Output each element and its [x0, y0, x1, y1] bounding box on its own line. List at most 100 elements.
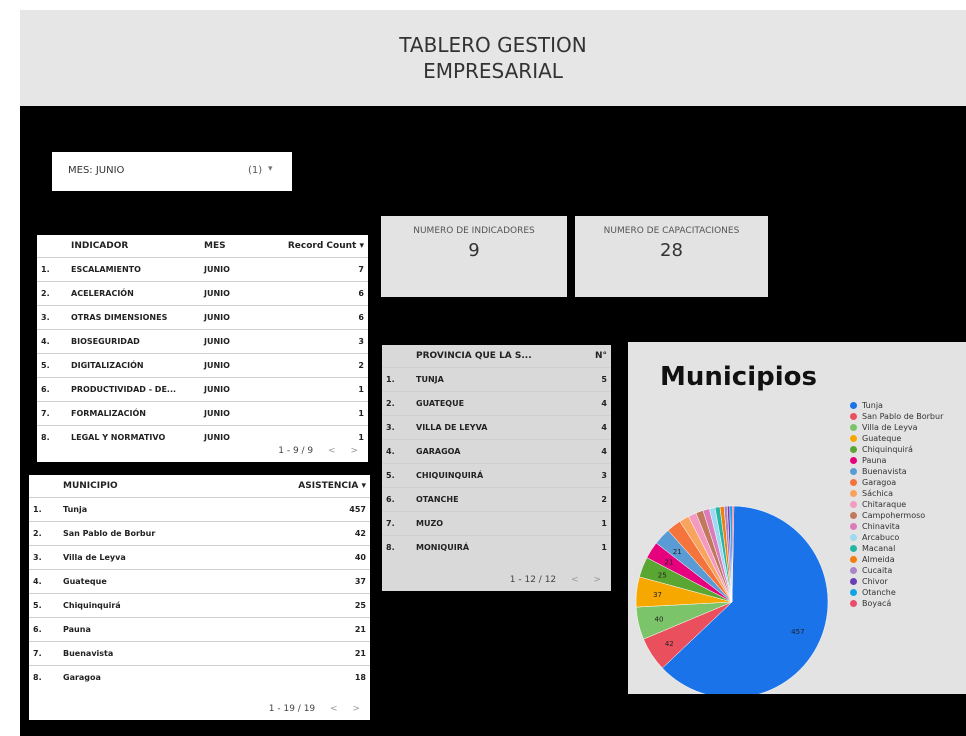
- table-row[interactable]: 1. ESCALAMIENTO JUNIO 7: [37, 257, 368, 282]
- row-index: 1.: [37, 257, 67, 282]
- prev-page-icon[interactable]: <: [328, 446, 336, 456]
- next-page-icon[interactable]: >: [350, 446, 358, 456]
- legend-label: Buenavista: [862, 467, 907, 476]
- table-cell: JUNIO: [200, 281, 264, 306]
- table-row[interactable]: 7. FORMALIZACIÓN JUNIO 1: [37, 401, 368, 426]
- legend-swatch: [850, 523, 857, 530]
- indicator-table-pager: 1 - 9 / 9 < >: [278, 446, 358, 456]
- table-cell: JUNIO: [200, 377, 264, 402]
- table-row[interactable]: 6. PRODUCTIVIDAD - DE... JUNIO 1: [37, 377, 368, 402]
- table-cell: Chiquinquirá: [59, 593, 237, 618]
- table-row[interactable]: 4. GARAGOA 4: [382, 439, 611, 464]
- table-cell: 1: [264, 377, 368, 402]
- legend-item[interactable]: San Pablo de Borbur: [850, 411, 943, 422]
- column-header-record-count[interactable]: Record Count ▾: [264, 235, 368, 258]
- legend-item[interactable]: Arcabuco: [850, 532, 943, 543]
- legend-swatch: [850, 600, 857, 607]
- legend-item[interactable]: Sáchica: [850, 488, 943, 499]
- legend-item[interactable]: Campohermoso: [850, 510, 943, 521]
- table-cell: 42: [236, 521, 370, 546]
- legend-swatch: [850, 545, 857, 552]
- chart-legend: Tunja San Pablo de Borbur Villa de Leyva Gu…: [850, 400, 943, 609]
- table-row[interactable]: 7. MUZO 1: [382, 511, 611, 536]
- table-row[interactable]: 5. DIGITALIZACIÓN JUNIO 2: [37, 353, 368, 378]
- table-row[interactable]: 3. OTRAS DIMENSIONES JUNIO 6: [37, 305, 368, 330]
- pie-data-label: 21: [665, 559, 674, 567]
- column-header-mes[interactable]: MES: [200, 235, 264, 258]
- legend-item[interactable]: Pauna: [850, 455, 943, 466]
- table-row[interactable]: 1. TUNJA 5: [382, 367, 611, 392]
- pager-range: 1 - 12 / 12: [509, 575, 557, 585]
- column-header-numero[interactable]: N°: [583, 345, 611, 368]
- legend-item[interactable]: Cucaita: [850, 565, 943, 576]
- legend-item[interactable]: Boyacá: [850, 598, 943, 609]
- table-row[interactable]: 8. MONIQUIRÁ 1: [382, 535, 611, 559]
- row-index: 5.: [37, 353, 67, 378]
- legend-item[interactable]: Almeida: [850, 554, 943, 565]
- next-page-icon[interactable]: >: [593, 575, 601, 585]
- table-row[interactable]: 7. Buenavista 21: [29, 641, 370, 666]
- table-cell: 37: [236, 569, 370, 594]
- legend-item[interactable]: Macanal: [850, 543, 943, 554]
- legend-item[interactable]: Garagoa: [850, 477, 943, 488]
- table-row[interactable]: 3. VILLA DE LEYVA 4: [382, 415, 611, 440]
- row-index: 4.: [382, 439, 412, 464]
- legend-swatch: [850, 479, 857, 486]
- row-index: 8.: [382, 535, 412, 559]
- table-row[interactable]: 5. Chiquinquirá 25: [29, 593, 370, 618]
- table-cell: Tunja: [59, 497, 237, 522]
- pager-range: 1 - 19 / 19: [268, 704, 316, 714]
- table-cell: 3: [583, 463, 611, 488]
- column-header-asistencia[interactable]: ASISTENCIA ▾: [236, 475, 370, 498]
- column-header-indicador[interactable]: INDICADOR: [67, 235, 200, 258]
- legend-item[interactable]: Villa de Leyva: [850, 422, 943, 433]
- table-row[interactable]: 2. ACELERACIÓN JUNIO 6: [37, 281, 368, 306]
- table-cell: 18: [236, 665, 370, 689]
- table-row[interactable]: 4. Guateque 37: [29, 569, 370, 594]
- column-header-municipio[interactable]: MUNICIPIO: [59, 475, 236, 498]
- next-page-icon[interactable]: >: [352, 704, 360, 714]
- legend-item[interactable]: Buenavista: [850, 466, 943, 477]
- month-filter[interactable]: MES: JUNIO (1) ▾: [52, 152, 292, 191]
- prev-page-icon[interactable]: <: [330, 704, 338, 714]
- table-cell: DIGITALIZACIÓN: [67, 353, 200, 378]
- table-cell: JUNIO: [200, 353, 264, 378]
- table-row[interactable]: 2. San Pablo de Borbur 42: [29, 521, 370, 546]
- pie-data-label: 42: [665, 640, 674, 648]
- sort-desc-icon[interactable]: ▾: [361, 481, 366, 491]
- legend-item[interactable]: Chitaraque: [850, 499, 943, 510]
- legend-swatch: [850, 589, 857, 596]
- table-cell: VILLA DE LEYVA: [412, 415, 584, 440]
- legend-item[interactable]: Chinavita: [850, 521, 943, 532]
- legend-label: Chinavita: [862, 522, 900, 531]
- legend-label: Arcabuco: [862, 533, 900, 542]
- row-index: 2.: [29, 521, 59, 546]
- legend-item[interactable]: Chiquinquirá: [850, 444, 943, 455]
- table-row[interactable]: 3. Villa de Leyva 40: [29, 545, 370, 570]
- table-cell: 7: [264, 257, 368, 282]
- table-cell: Pauna: [59, 617, 237, 642]
- legend-item[interactable]: Guateque: [850, 433, 943, 444]
- legend-item[interactable]: Otanche: [850, 587, 943, 598]
- table-row[interactable]: 1. Tunja 457: [29, 497, 370, 522]
- table-row[interactable]: 6. OTANCHE 2: [382, 487, 611, 512]
- sort-desc-icon[interactable]: ▾: [359, 241, 364, 251]
- table-cell: ACELERACIÓN: [67, 281, 200, 306]
- column-header-provincia[interactable]: PROVINCIA QUE LA S...: [412, 345, 583, 368]
- prev-page-icon[interactable]: <: [571, 575, 579, 585]
- table-row[interactable]: 6. Pauna 21: [29, 617, 370, 642]
- table-cell: MONIQUIRÁ: [412, 535, 584, 559]
- legend-item[interactable]: Tunja: [850, 400, 943, 411]
- indicator-table: INDICADOR MES Record Count ▾ 1. ESCALAMIE…: [37, 235, 368, 449]
- legend-label: Tunja: [862, 401, 883, 410]
- table-cell: 4: [583, 439, 611, 464]
- table-row[interactable]: 5. CHIQUINQUIRÁ 3: [382, 463, 611, 488]
- legend-item[interactable]: Chivor: [850, 576, 943, 587]
- chevron-down-icon[interactable]: ▾: [268, 164, 273, 174]
- row-index: 5.: [29, 593, 59, 618]
- table-row[interactable]: 2. GUATEQUE 4: [382, 391, 611, 416]
- table-cell: 1: [583, 511, 611, 536]
- legend-label: Boyacá: [862, 599, 892, 608]
- table-row[interactable]: 8. Garagoa 18: [29, 665, 370, 689]
- table-row[interactable]: 4. BIOSEGURIDAD JUNIO 3: [37, 329, 368, 354]
